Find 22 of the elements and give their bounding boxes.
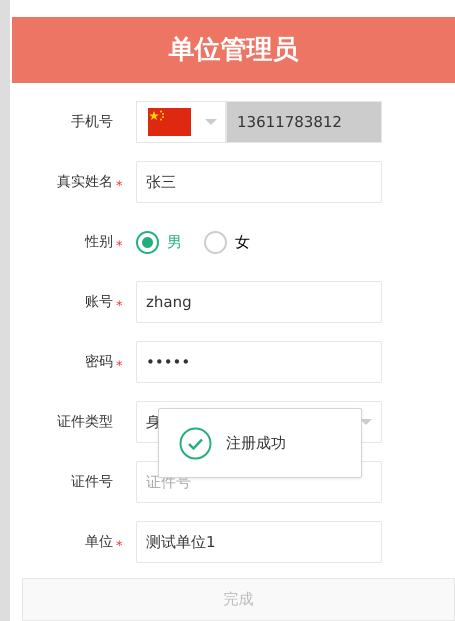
required-mark: *: [116, 538, 124, 556]
page-title: 单位管理员: [168, 34, 298, 66]
check-icon: [179, 426, 212, 460]
field-label: 手机号: [71, 112, 113, 132]
field-label: 证件类型: [57, 412, 113, 432]
field-label: 真实姓名: [57, 172, 113, 192]
required-mark: *: [116, 178, 124, 196]
required-mark: *: [116, 238, 124, 256]
required-mark: *: [116, 298, 124, 316]
input-field[interactable]: 张三: [136, 161, 382, 203]
field-label: 密码: [85, 352, 113, 372]
field-label: 性别: [85, 232, 113, 252]
required-mark: *: [116, 358, 124, 376]
flag-icon: [148, 108, 191, 136]
input-field[interactable]: zhang: [136, 281, 382, 323]
input-field[interactable]: 测试单位1: [136, 521, 382, 563]
field-label: 证件号: [71, 472, 113, 492]
input-field[interactable]: •••••: [136, 341, 382, 383]
caret-icon: [205, 119, 217, 125]
field-label: 账号: [85, 292, 113, 312]
field-label: 单位: [85, 532, 113, 552]
toast-message: 注册成功: [226, 432, 286, 454]
